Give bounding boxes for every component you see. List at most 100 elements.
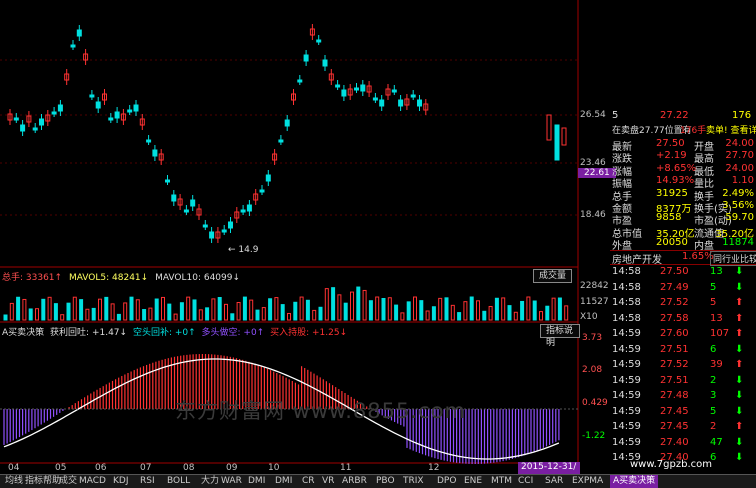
arrow-down-icon: ⬇	[735, 405, 744, 417]
quote-row: 市盈 9858 市盈(动) 59.70	[610, 212, 756, 227]
volume-bar	[526, 296, 531, 321]
indicator-tab[interactable]: DPO	[434, 475, 459, 488]
trade-row: 14:59 27.45 5 ⬇	[610, 406, 756, 420]
candlestick	[240, 209, 246, 213]
arrow-down-icon: ⬇	[735, 390, 744, 401]
trade-volume: 5	[710, 297, 717, 308]
volume-bar	[438, 297, 443, 321]
indicator-tab[interactable]: CR	[299, 475, 318, 488]
volume-bar	[400, 312, 405, 321]
volume-bar	[476, 300, 480, 321]
candlestick	[32, 127, 38, 131]
candlestick	[341, 89, 347, 97]
status-link[interactable]: 卖单! 查看详细	[706, 123, 756, 136]
volume-bar	[274, 297, 279, 321]
volume-bar	[268, 298, 273, 321]
trade-volume: 13	[710, 312, 723, 324]
trade-volume: 47	[710, 436, 723, 448]
indicator-help-button[interactable]: 指标说明	[540, 324, 580, 348]
candlestick	[133, 104, 139, 112]
arrow-down-icon: ⬇	[735, 343, 744, 355]
candlestick	[265, 174, 271, 182]
indicator-tab[interactable]: TRIX	[400, 475, 427, 488]
sector-change: 1.65%	[682, 251, 714, 262]
status-volume: 176手	[680, 126, 707, 136]
indicator-tab[interactable]: A买卖决策	[610, 475, 659, 488]
indicator-tab[interactable]: RSI	[137, 475, 158, 488]
volume-bar	[305, 299, 310, 321]
volume-bar	[507, 305, 512, 321]
kline-chart-area[interactable]: 26.54 23.46 22.61 18.46 ← 14.9 总手: 33361…	[0, 0, 616, 485]
volume-tab-button[interactable]: 成交量	[533, 269, 573, 283]
peer-compare-button[interactable]: 同行业比较	[710, 251, 756, 266]
trade-price: 27.52	[660, 359, 689, 370]
indicator-tab[interactable]: BOLL	[164, 475, 193, 488]
candlestick	[410, 94, 416, 98]
quote-row: 最新 27.50 开盘 24.00	[610, 138, 756, 153]
candlestick	[152, 149, 158, 157]
volume-bar	[482, 310, 487, 321]
candlestick	[259, 189, 265, 193]
volume-bar	[198, 309, 203, 321]
volume-bar	[557, 297, 562, 321]
price-axis-label: 23.46	[580, 158, 606, 168]
sell-level: 5	[612, 110, 619, 121]
quote-panel: 5 27.22 176 在卖盘27.77位置有 176手 卖单! 查看详细 最新…	[610, 110, 756, 474]
volume-bar	[242, 296, 247, 321]
quote-row: 外盘 20050 内盘 11874	[610, 237, 756, 252]
indicator-tab[interactable]: CCI	[515, 475, 536, 488]
volume-bar	[318, 306, 323, 321]
volume-bar	[356, 286, 361, 321]
trade-price: 27.40	[660, 436, 689, 448]
status-line[interactable]: 在卖盘27.77位置有 176手 卖单! 查看详细	[610, 123, 756, 136]
trade-volume: 2	[710, 421, 717, 432]
trade-price: 27.60	[660, 328, 689, 339]
sector-name[interactable]: 房地产开发	[612, 251, 662, 266]
trade-time: 14:58	[612, 312, 641, 324]
candlestick	[13, 117, 19, 121]
trade-row: 14:59 27.51 6 ⬇	[610, 344, 756, 358]
trade-row: 14:59 27.40 47 ⬇	[610, 437, 756, 451]
arrow-down-icon: ⬇	[735, 374, 744, 386]
indicator-tab[interactable]: WAR	[218, 475, 245, 488]
sell-volume: 176	[732, 110, 752, 121]
trade-volume: 5	[710, 281, 717, 293]
indicator-tab[interactable]: PBO	[373, 475, 398, 488]
indicator-tab[interactable]: DMI	[272, 475, 295, 488]
indicator-tab[interactable]: ARBR	[339, 475, 370, 488]
indicator-tab[interactable]: MTM	[488, 475, 515, 488]
indicator-tab[interactable]: SAR	[542, 475, 566, 488]
volume-bar	[450, 304, 455, 321]
volume-bar	[135, 299, 140, 321]
candlestick	[297, 79, 303, 83]
indicator-tab[interactable]: MACD	[76, 475, 109, 488]
trade-row: 14:58 27.50 13 ⬇	[610, 266, 756, 280]
candlestick	[335, 84, 341, 88]
indicator-tab[interactable]: EXPMA	[569, 475, 606, 488]
volume-bar	[513, 311, 518, 321]
volume-bar	[324, 288, 329, 321]
candlestick	[95, 101, 101, 109]
sell-price: 27.22	[660, 110, 689, 121]
x-axis-label: 12	[428, 463, 440, 473]
indicator-tab[interactable]: ENE	[461, 475, 485, 488]
arrow-up-icon: ⬆	[735, 328, 744, 339]
trade-time: 14:58	[612, 266, 641, 277]
indicator-tab[interactable]: KDJ	[110, 475, 132, 488]
volume-bar	[406, 301, 411, 321]
volume-bar	[66, 302, 71, 321]
volume-bar	[85, 308, 90, 321]
trade-volume: 13	[710, 266, 723, 277]
volume-bar	[179, 302, 184, 321]
arrow-down-icon: ⬇	[735, 281, 744, 293]
candlestick	[561, 127, 567, 146]
indicator-tab[interactable]: DMI	[245, 475, 268, 488]
volume-total: 总手: 33361↑	[2, 273, 63, 283]
quote-value: 27.50	[656, 138, 685, 149]
volume-bar	[211, 298, 216, 321]
x-axis-label: 11	[340, 463, 352, 473]
trade-time: 14:59	[612, 436, 641, 448]
indicator-tab[interactable]: VR	[319, 475, 337, 488]
trade-price: 27.50	[660, 266, 689, 277]
arrow-down-icon: ⬇	[735, 266, 744, 277]
